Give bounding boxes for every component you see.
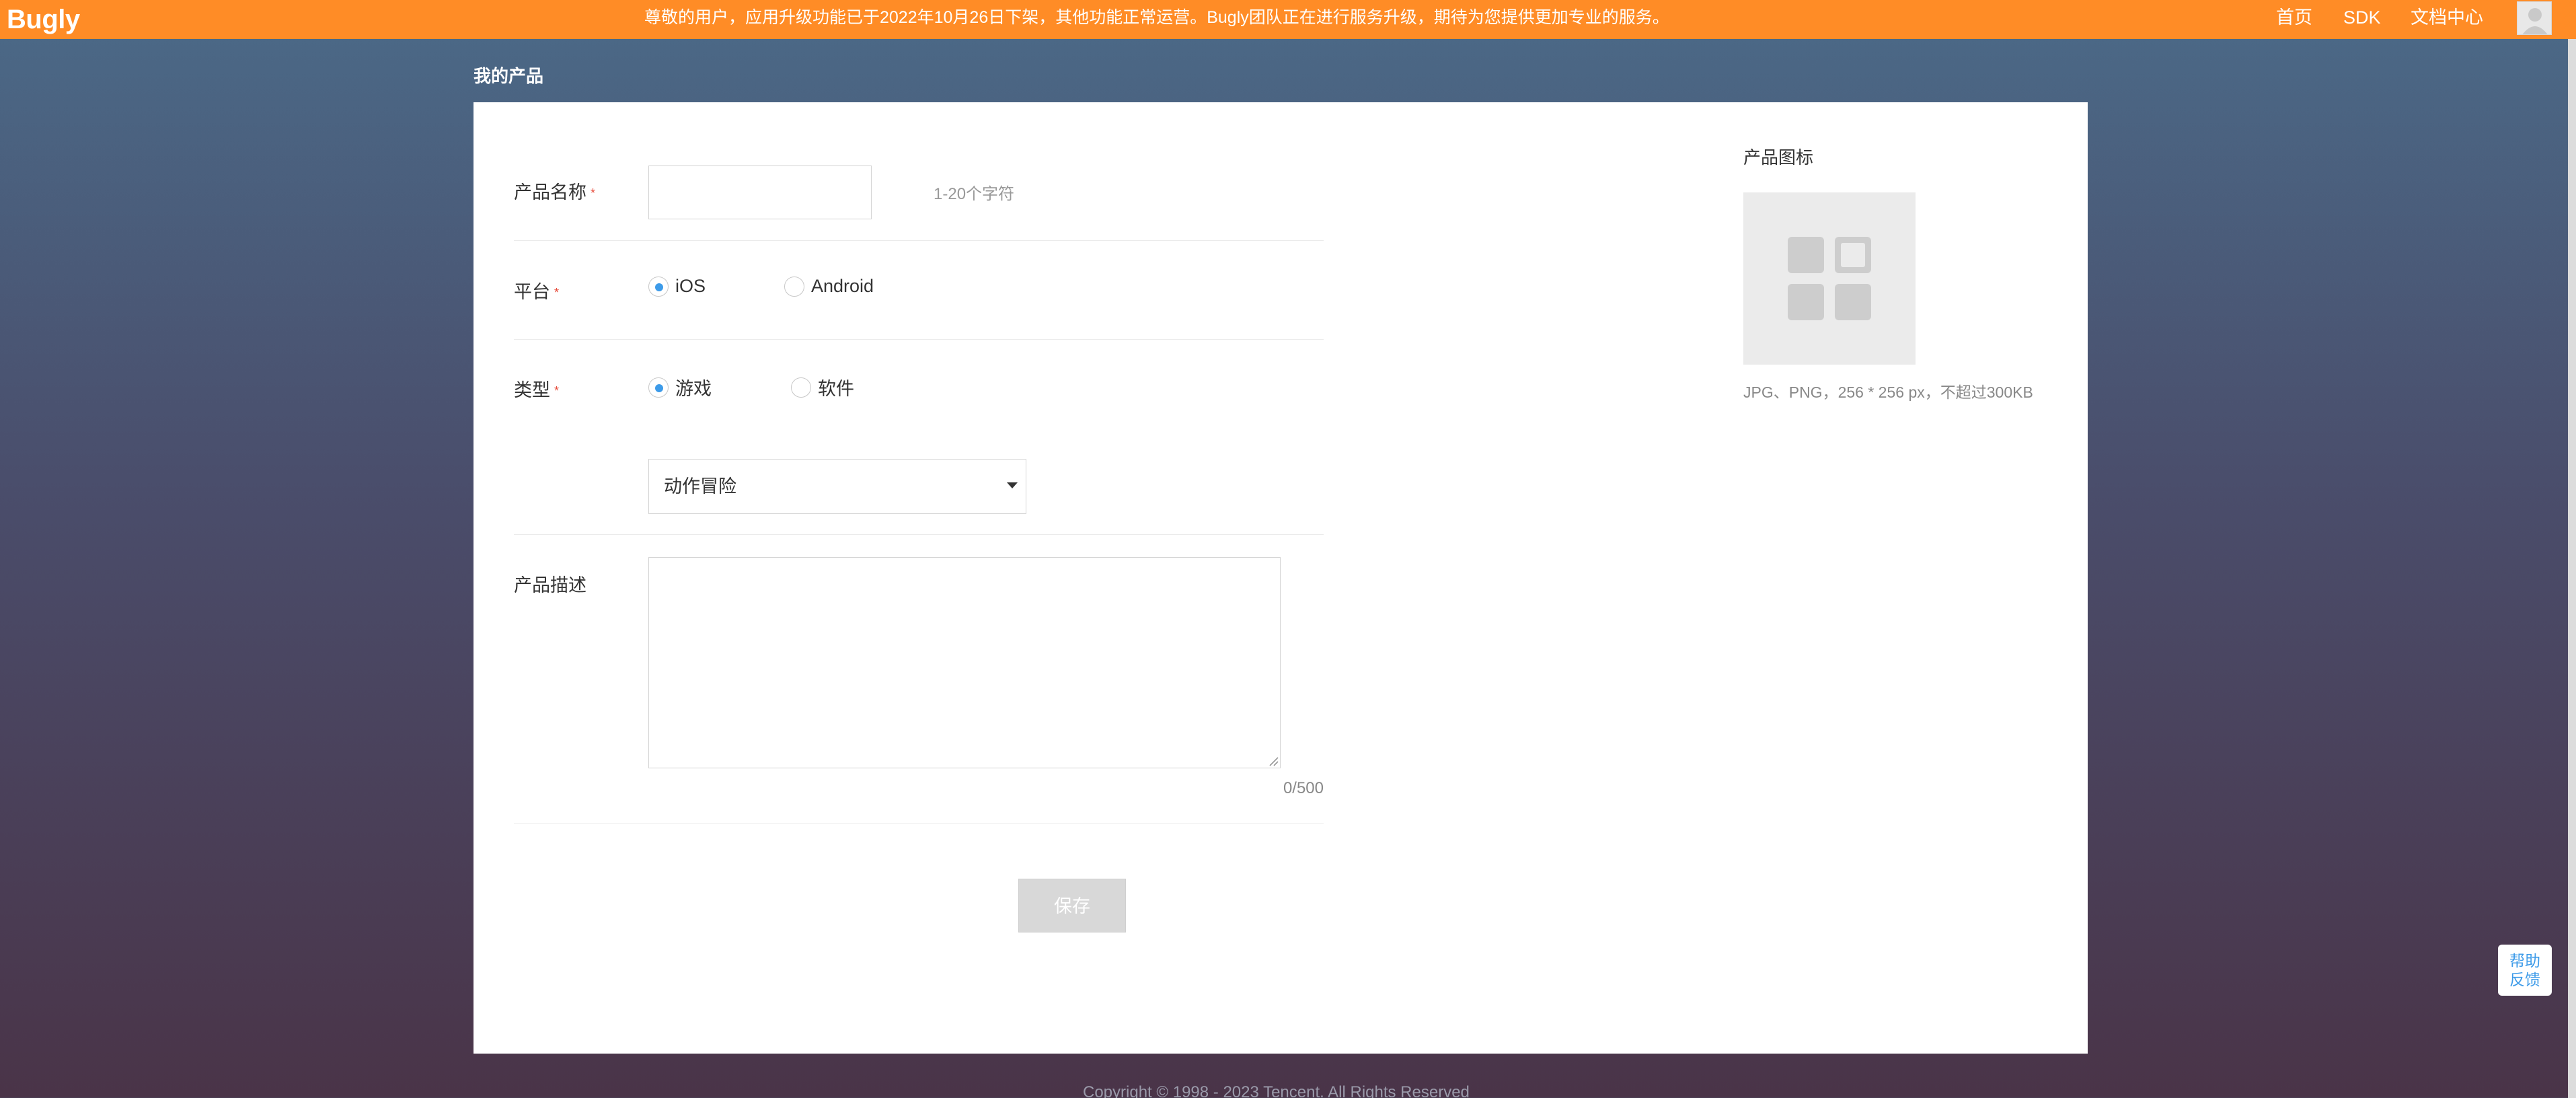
radio-checked-icon [648, 377, 669, 398]
product-name-input[interactable] [648, 166, 872, 219]
product-form-card: 产品名称 * 1-20个字符 平台 * iOS Android 类型 * 游戏 软件 … [473, 102, 2088, 1054]
save-button[interactable]: 保存 [1018, 879, 1126, 932]
platform-ios-radio[interactable]: iOS [648, 276, 706, 297]
required-marker: * [591, 186, 596, 200]
category-select[interactable]: 动作冒险 [648, 459, 1026, 514]
help-feedback-button[interactable]: 帮助 反馈 [2498, 945, 2552, 996]
caret-down-icon [1007, 482, 1018, 488]
feedback-label: 反馈 [2509, 971, 2540, 988]
product-icon-title: 产品图标 [1743, 147, 1814, 168]
description-char-count: 0/500 [1283, 779, 1324, 797]
divider [514, 339, 1324, 340]
radio-unchecked-icon [791, 377, 811, 398]
product-name-label: 产品名称 * [514, 182, 596, 203]
description-textarea[interactable] [648, 557, 1281, 768]
help-label: 帮助 [2509, 952, 2540, 969]
nav-sdk-link[interactable]: SDK [2343, 0, 2381, 35]
user-silhouette-icon [2522, 8, 2548, 34]
top-bar: Bugly 尊敬的用户，应用升级功能已于2022年10月26日下架，其他功能正常… [0, 0, 2576, 39]
divider [514, 240, 1324, 241]
resize-grip-icon[interactable] [1268, 756, 1279, 766]
description-label: 产品描述 [514, 575, 586, 595]
radio-unchecked-icon [784, 276, 804, 297]
required-marker: * [554, 286, 560, 300]
required-marker: * [554, 384, 560, 398]
bugly-logo[interactable]: Bugly [7, 1, 80, 38]
footer-copyright: Copyright © 1998 - 2023 Tencent. All Rig… [1083, 1083, 1470, 1098]
type-label: 类型 * [514, 380, 560, 400]
nav-home-link[interactable]: 首页 [2276, 0, 2312, 35]
product-icon-upload[interactable] [1743, 192, 1916, 365]
platform-android-radio[interactable]: Android [784, 276, 874, 297]
product-name-hint: 1-20个字符 [934, 185, 1015, 203]
user-avatar[interactable] [2517, 1, 2552, 35]
app-grid-placeholder-icon [1788, 237, 1871, 320]
radio-checked-icon [648, 276, 669, 297]
type-game-radio[interactable]: 游戏 [648, 374, 712, 400]
platform-label: 平台 * [514, 282, 560, 302]
nav-docs-link[interactable]: 文档中心 [2411, 0, 2483, 35]
product-icon-spec: JPG、PNG，256 * 256 px，不超过300KB [1743, 383, 2033, 401]
category-select-value: 动作冒险 [664, 476, 736, 497]
divider [514, 534, 1324, 535]
page-scrollbar[interactable] [2568, 39, 2576, 1098]
announcement-banner: 尊敬的用户，应用升级功能已于2022年10月26日下架，其他功能正常运营。Bug… [644, 8, 1669, 27]
page-title: 我的产品 [473, 66, 544, 86]
type-software-radio[interactable]: 软件 [791, 374, 854, 400]
